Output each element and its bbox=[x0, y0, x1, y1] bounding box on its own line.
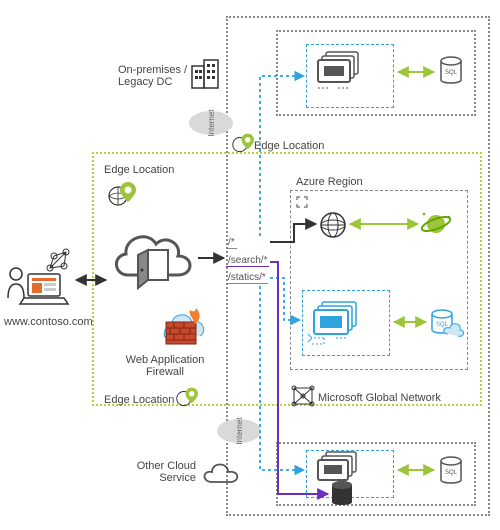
connectors bbox=[0, 0, 500, 530]
